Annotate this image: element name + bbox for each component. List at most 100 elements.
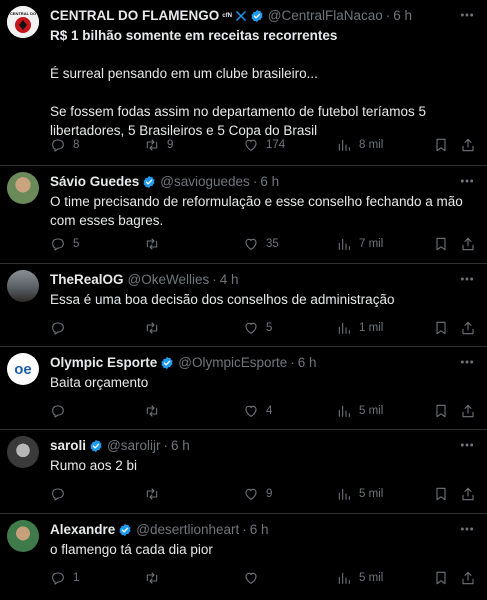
timeline: CENTRAL DO CENTRAL DO FLAMENGO ᶜᶠᴺ @Cent… xyxy=(0,0,487,600)
bookmark-button[interactable] xyxy=(433,569,456,587)
display-name[interactable]: TheRealOG xyxy=(50,271,124,289)
share-button[interactable] xyxy=(460,485,483,503)
tweet-header: TheRealOG @OkeWellies · 4 h xyxy=(50,271,453,289)
timestamp[interactable]: 4 h xyxy=(220,271,239,289)
more-icon[interactable] xyxy=(459,354,475,370)
separator-dot: · xyxy=(212,272,217,287)
retweet-button[interactable] xyxy=(144,485,167,503)
avatar[interactable] xyxy=(7,436,39,468)
like-button[interactable]: 35 xyxy=(243,235,279,253)
tweet[interactable]: saroli @sarolijr · 6 h Rumo aos 2 bi 9 5… xyxy=(0,430,487,514)
reply-button[interactable] xyxy=(50,485,73,503)
retweet-icon xyxy=(146,238,158,250)
like-button[interactable]: 4 xyxy=(243,402,272,420)
tweet[interactable]: Sávio Guedes @savioguedes · 6 h O time p… xyxy=(0,166,487,264)
handle[interactable]: @OkeWellies xyxy=(128,271,210,289)
avatar[interactable]: oe xyxy=(7,353,39,385)
bookmark-button[interactable] xyxy=(433,319,456,337)
tweet[interactable]: CENTRAL DO CENTRAL DO FLAMENGO ᶜᶠᴺ @Cent… xyxy=(0,0,487,166)
retweet-button[interactable]: 9 xyxy=(144,136,173,154)
more-icon[interactable] xyxy=(459,173,475,189)
like-button[interactable]: 5 xyxy=(243,319,272,337)
bookmark-button[interactable] xyxy=(433,485,456,503)
retweet-button[interactable] xyxy=(144,319,167,337)
views-button[interactable]: 8 mil xyxy=(336,136,383,154)
bookmark-button[interactable] xyxy=(433,402,456,420)
tweet[interactable]: TheRealOG @OkeWellies · 4 h Essa é uma b… xyxy=(0,264,487,347)
reply-count: 1 xyxy=(73,572,80,584)
timestamp[interactable]: 6 h xyxy=(171,437,190,455)
retweet-button[interactable] xyxy=(144,569,167,587)
retweet-button[interactable] xyxy=(144,235,167,253)
heart-icon xyxy=(245,405,257,417)
tweet-actions: 1 5 mil xyxy=(50,569,479,587)
handle[interactable]: @OlympicEsporte xyxy=(178,354,287,372)
bookmark-icon xyxy=(436,237,446,251)
share-icon xyxy=(462,321,474,335)
like-count: 4 xyxy=(266,405,273,417)
share-button[interactable] xyxy=(460,569,483,587)
avatar[interactable] xyxy=(7,270,39,302)
tweet-actions: 9 5 mil xyxy=(50,485,479,503)
heart-icon xyxy=(245,139,257,151)
avatar[interactable] xyxy=(7,172,39,204)
share-button[interactable] xyxy=(460,136,483,154)
display-name[interactable]: saroli xyxy=(50,437,86,455)
display-name[interactable]: Sávio Guedes xyxy=(50,173,139,191)
more-icon[interactable] xyxy=(459,437,475,453)
reply-button[interactable]: 1 xyxy=(50,569,79,587)
handle[interactable]: @desertlionheart xyxy=(136,521,239,539)
display-name[interactable]: Alexandre xyxy=(50,521,115,539)
share-icon xyxy=(462,237,474,251)
tweet-actions: 8 9 174 8 mil xyxy=(50,136,479,154)
views-count: 5 mil xyxy=(359,572,384,584)
timestamp[interactable]: 6 h xyxy=(250,521,269,539)
more-icon[interactable] xyxy=(459,521,475,537)
verified-badge-icon xyxy=(90,439,102,453)
timestamp[interactable]: 6 h xyxy=(393,7,412,25)
views-count: 8 mil xyxy=(359,139,384,151)
views-button[interactable]: 7 mil xyxy=(336,235,383,253)
reply-button[interactable]: 5 xyxy=(50,235,79,253)
handle[interactable]: @sarolijr xyxy=(107,437,160,455)
more-icon[interactable] xyxy=(459,271,475,287)
timestamp[interactable]: 6 h xyxy=(298,354,317,372)
avatar[interactable] xyxy=(7,520,39,552)
share-button[interactable] xyxy=(460,402,483,420)
reply-button[interactable] xyxy=(50,319,73,337)
bookmark-button[interactable] xyxy=(433,136,456,154)
reply-button[interactable] xyxy=(50,402,73,420)
share-button[interactable] xyxy=(460,319,483,337)
views-button[interactable]: 5 mil xyxy=(336,402,383,420)
more-icon[interactable] xyxy=(459,7,475,23)
like-count: 9 xyxy=(266,488,273,500)
handle[interactable]: @savioguedes xyxy=(160,173,250,191)
reply-button[interactable]: 8 xyxy=(50,136,79,154)
tweet[interactable]: Alexandre @desertlionheart · 6 h o flame… xyxy=(0,514,487,600)
like-button[interactable]: 9 xyxy=(243,485,272,503)
views-count: 5 mil xyxy=(359,405,384,417)
views-icon xyxy=(338,572,350,584)
retweet-button[interactable] xyxy=(144,402,167,420)
tweet[interactable]: oe Olympic Esporte @OlympicEsporte · 6 h… xyxy=(0,347,487,430)
avatar[interactable]: CENTRAL DO xyxy=(7,6,39,38)
tweet-text-line: Baita orçamento xyxy=(50,375,149,390)
handle[interactable]: @CentralFlaNacao xyxy=(268,7,383,25)
like-button[interactable]: 174 xyxy=(243,136,285,154)
reply-icon xyxy=(52,488,64,501)
share-button[interactable] xyxy=(460,235,483,253)
views-button[interactable]: 1 mil xyxy=(336,319,383,337)
display-name[interactable]: Olympic Esporte xyxy=(50,354,157,372)
avatar-text: oe xyxy=(14,360,32,378)
views-icon xyxy=(338,405,350,417)
bookmark-button[interactable] xyxy=(433,235,456,253)
retweet-count: 9 xyxy=(167,139,174,151)
like-button[interactable] xyxy=(243,569,266,587)
x-logo-icon xyxy=(235,10,246,22)
display-name[interactable]: CENTRAL DO FLAMENGO xyxy=(50,7,219,25)
tweet-header: CENTRAL DO FLAMENGO ᶜᶠᴺ @CentralFlaNacao… xyxy=(50,7,453,25)
timestamp[interactable]: 6 h xyxy=(260,173,279,191)
views-button[interactable]: 5 mil xyxy=(336,485,383,503)
verified-badge-icon xyxy=(143,175,155,189)
views-button[interactable]: 5 mil xyxy=(336,569,383,587)
